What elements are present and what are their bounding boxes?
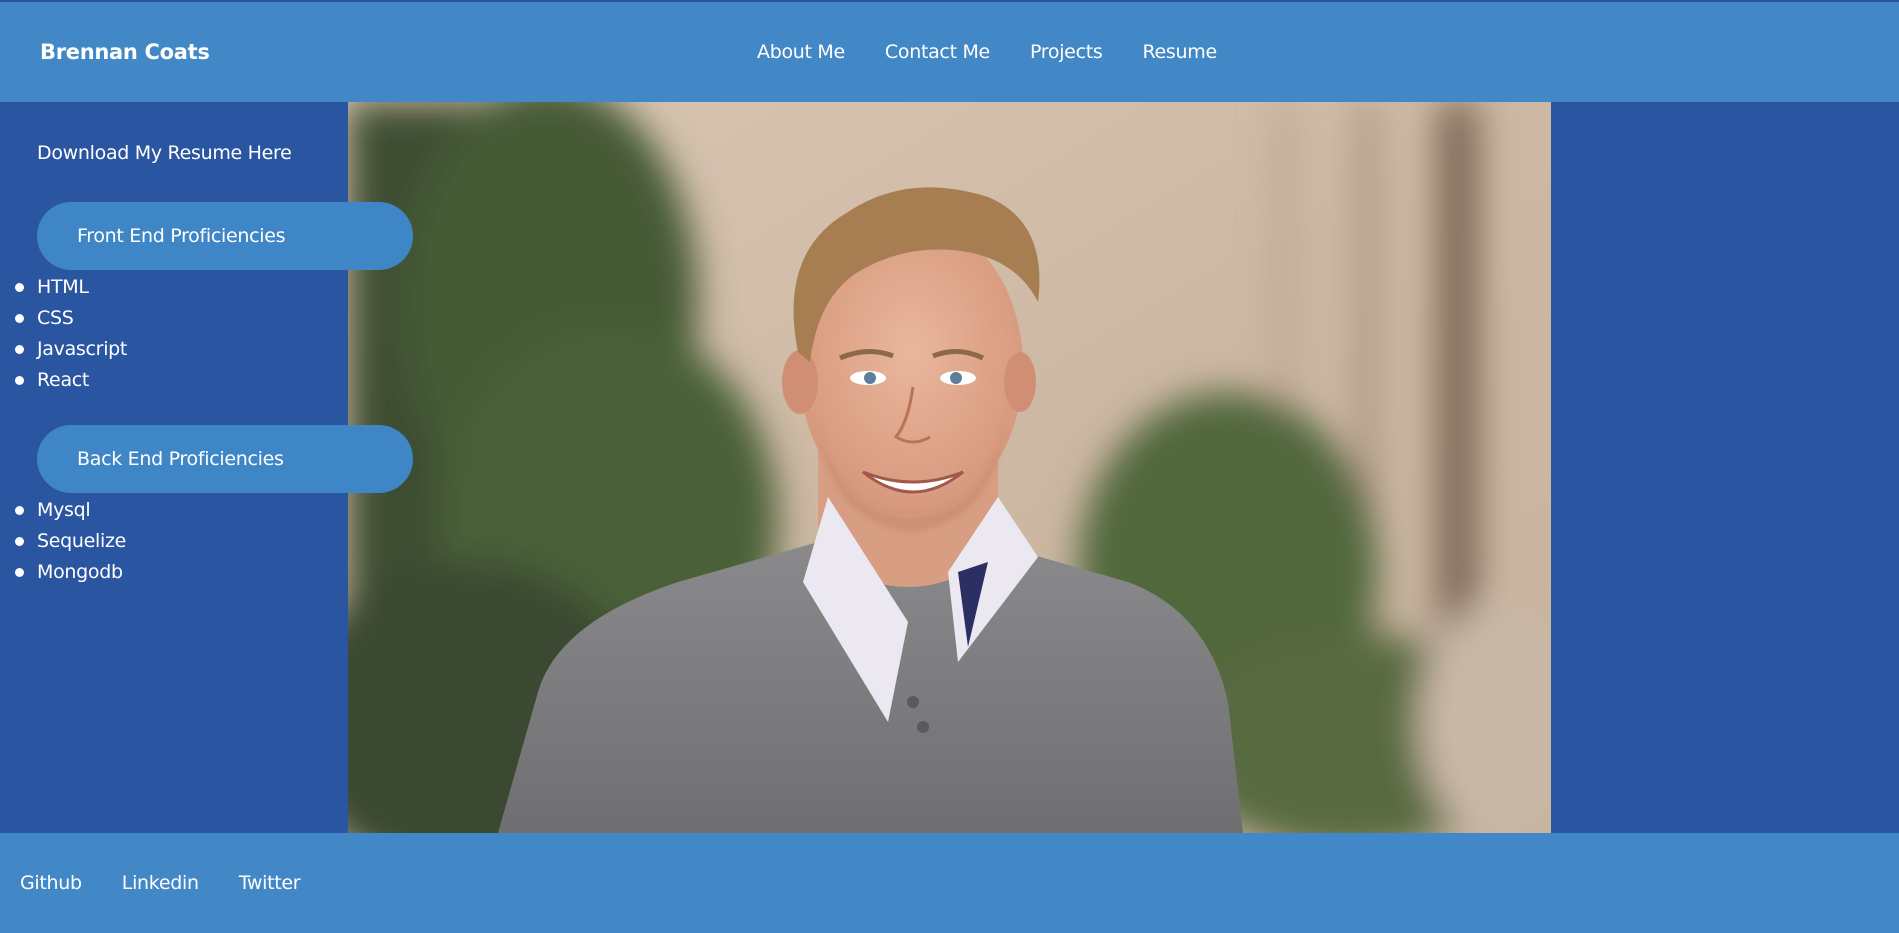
nav-contact-me-link[interactable]: Contact Me xyxy=(885,41,990,63)
bullet-icon xyxy=(15,506,24,515)
footer: Github Linkedin Twitter xyxy=(0,833,1899,933)
nav-resume-link[interactable]: Resume xyxy=(1142,41,1217,63)
main-nav: About Me Contact Me Projects Resume xyxy=(757,2,1217,102)
list-item: React xyxy=(0,365,127,396)
portrait-photo xyxy=(348,102,1551,833)
skill-label: Javascript xyxy=(37,338,128,360)
bullet-icon xyxy=(15,376,24,385)
list-item: Mysql xyxy=(0,495,126,526)
footer-linkedin-link[interactable]: Linkedin xyxy=(122,872,199,894)
bullet-icon xyxy=(15,314,24,323)
right-panel xyxy=(1551,102,1899,833)
bullet-icon xyxy=(15,345,24,354)
bullet-icon xyxy=(15,283,24,292)
skill-label: React xyxy=(37,369,90,391)
back-end-skill-list: Mysql Sequelize Mongodb xyxy=(0,495,126,588)
list-item: Javascript xyxy=(0,334,127,365)
nav-about-me-link[interactable]: About Me xyxy=(757,41,845,63)
list-item: HTML xyxy=(0,272,127,303)
top-nav-bar: Brennan Coats About Me Contact Me Projec… xyxy=(0,2,1899,102)
list-item: Sequelize xyxy=(0,526,126,557)
skill-label: HTML xyxy=(37,276,89,298)
nav-projects-link[interactable]: Projects xyxy=(1030,41,1103,63)
front-end-skill-list: HTML CSS Javascript React xyxy=(0,272,127,396)
footer-links: Github Linkedin Twitter xyxy=(20,833,301,933)
skill-label: Mongodb xyxy=(37,561,123,583)
list-item: CSS xyxy=(0,303,127,334)
download-resume-link[interactable]: Download My Resume Here xyxy=(37,142,292,164)
list-item: Mongodb xyxy=(0,557,126,588)
footer-github-link[interactable]: Github xyxy=(20,872,82,894)
footer-twitter-link[interactable]: Twitter xyxy=(239,872,301,894)
skill-label: Mysql xyxy=(37,499,91,521)
back-end-proficiencies-button[interactable]: Back End Proficiencies xyxy=(37,425,413,493)
skill-label: Sequelize xyxy=(37,530,127,552)
brand-name[interactable]: Brennan Coats xyxy=(40,2,210,102)
bullet-icon xyxy=(15,568,24,577)
front-end-proficiencies-button[interactable]: Front End Proficiencies xyxy=(37,202,413,270)
resume-sidebar: Download My Resume Here Front End Profic… xyxy=(0,102,413,833)
bullet-icon xyxy=(15,537,24,546)
skill-label: CSS xyxy=(37,307,74,329)
